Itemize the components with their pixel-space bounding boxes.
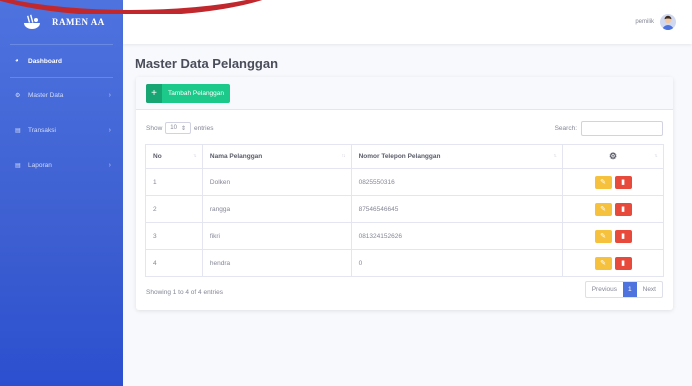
- delete-button[interactable]: ▮: [614, 202, 632, 216]
- edit-icon: ✎: [600, 179, 606, 186]
- chevron-right-icon: ›: [108, 92, 111, 99]
- edit-icon: ✎: [600, 233, 606, 240]
- entries-value: 10: [170, 125, 177, 131]
- chevron-right-icon: ›: [108, 127, 111, 134]
- entries-control: Show 10 ⇕ entries: [146, 122, 214, 134]
- page-button-current[interactable]: 1: [623, 282, 637, 297]
- ramen-logo-icon: [22, 14, 42, 30]
- sidebar-item-label: Dashboard: [28, 57, 62, 65]
- table-row: 2 rangga 87546546645 ✎ ▮: [145, 195, 664, 223]
- edit-button[interactable]: ✎: [594, 256, 612, 270]
- cell-nama: fikri: [201, 222, 352, 250]
- add-customer-label: Tambah Pelanggan: [168, 89, 225, 97]
- brand-name: RAMEN AA: [52, 17, 105, 27]
- edit-button[interactable]: ✎: [594, 229, 612, 243]
- table-row: 1 Dolken 0825550316 ✎ ▮: [145, 168, 664, 196]
- cell-telepon: 87546546645: [350, 195, 564, 223]
- trash-icon: ▮: [621, 179, 625, 186]
- cell-nama: hendra: [201, 249, 352, 277]
- topbar: pemilik: [123, 0, 692, 44]
- previous-button[interactable]: Previous: [586, 282, 623, 297]
- cell-no: 4: [145, 249, 203, 277]
- sort-icon: ↑↓: [553, 153, 557, 159]
- cell-actions: ✎ ▮: [562, 195, 664, 223]
- column-header-nama[interactable]: Nama Pelanggan ↑↓: [201, 144, 352, 169]
- cell-telepon: 081324152626: [350, 222, 564, 250]
- delete-button[interactable]: ▮: [614, 175, 632, 189]
- entries-label: entries: [193, 124, 214, 132]
- username[interactable]: pemilik: [635, 19, 654, 25]
- chevron-right-icon: ›: [108, 162, 111, 169]
- user-avatar-icon[interactable]: [660, 14, 676, 30]
- cell-no: 2: [145, 195, 203, 223]
- edit-button[interactable]: ✎: [594, 175, 612, 189]
- search-label: Search:: [554, 125, 577, 132]
- data-card: + Tambah Pelanggan Show 10 ⇕ entries Sea…: [136, 77, 673, 310]
- page-title: Master Data Pelanggan: [135, 56, 279, 71]
- sidebar-item-master-data[interactable]: ⚙ Master Data ›: [0, 78, 123, 113]
- table-row: 3 fikri 081324152626 ✎ ▮: [145, 222, 664, 250]
- search-input[interactable]: [581, 121, 663, 136]
- customer-table: No ↑↓ Nama Pelanggan ↑↓ Nomor Telepon Pela…: [145, 144, 664, 277]
- cogs-icon: ⚙: [609, 151, 618, 161]
- cell-nama: Dolken: [201, 168, 352, 196]
- brand[interactable]: RAMEN AA: [0, 0, 123, 44]
- edit-icon: ✎: [600, 206, 606, 213]
- sidebar-item-laporan[interactable]: ▤ Laporan ›: [0, 148, 123, 183]
- cell-actions: ✎ ▮: [562, 168, 664, 196]
- cell-no: 1: [145, 168, 203, 196]
- sidebar-item-label: Laporan: [28, 162, 52, 169]
- sort-icon: ↑↓: [192, 153, 197, 159]
- column-header-telepon[interactable]: Nomor Telepon Pelanggan ↑↓: [350, 144, 564, 169]
- cell-actions: ✎ ▮: [562, 222, 664, 250]
- pagination: Previous 1 Next: [584, 281, 663, 298]
- sidebar: RAMEN AA ◕ Dashboard ⚙ Master Data › ▤ T…: [0, 0, 123, 386]
- show-label: Show: [146, 124, 163, 132]
- edit-icon: ✎: [600, 260, 606, 267]
- cell-telepon: 0: [350, 249, 564, 277]
- table-row: 4 hendra 0 ✎ ▮: [145, 249, 664, 277]
- sidebar-item-transaksi[interactable]: ▤ Transaksi ›: [0, 113, 123, 148]
- add-customer-button[interactable]: + Tambah Pelanggan: [146, 83, 231, 103]
- cell-no: 3: [145, 222, 203, 250]
- search-control: Search:: [555, 121, 663, 136]
- trash-icon: ▮: [621, 233, 625, 240]
- cell-nama: rangga: [201, 195, 352, 223]
- sort-icon: ↑↓: [654, 153, 658, 159]
- table-info: Showing 1 to 4 of 4 entries: [146, 289, 223, 296]
- column-header-actions[interactable]: ⚙ ↑↓: [562, 144, 664, 169]
- edit-button[interactable]: ✎: [594, 202, 612, 216]
- delete-button[interactable]: ▮: [614, 229, 632, 243]
- sidebar-item-dashboard[interactable]: ◕ Dashboard: [0, 45, 123, 77]
- delete-button[interactable]: ▮: [614, 256, 632, 270]
- gear-icon: ⚙: [15, 93, 21, 99]
- sidebar-item-label: Master Data: [28, 92, 64, 99]
- cell-actions: ✎ ▮: [562, 249, 664, 277]
- chart-icon: ▤: [15, 163, 21, 169]
- plus-icon: +: [146, 83, 162, 103]
- next-button[interactable]: Next: [637, 282, 662, 297]
- sort-icon: ↑↓: [341, 153, 346, 159]
- entries-select[interactable]: 10 ⇕: [165, 122, 191, 134]
- sidebar-item-label: Transaksi: [28, 127, 56, 134]
- trash-icon: ▮: [621, 260, 625, 267]
- chart-icon: ▤: [15, 128, 21, 134]
- cell-telepon: 0825550316: [350, 168, 564, 196]
- select-arrows-icon: ⇕: [180, 125, 186, 132]
- column-header-no[interactable]: No ↑↓: [145, 144, 203, 169]
- card-header: + Tambah Pelanggan: [136, 77, 673, 110]
- table-header-row: No ↑↓ Nama Pelanggan ↑↓ Nomor Telepon Pela…: [145, 144, 664, 169]
- trash-icon: ▮: [621, 206, 625, 213]
- dashboard-icon: ◕: [15, 58, 19, 64]
